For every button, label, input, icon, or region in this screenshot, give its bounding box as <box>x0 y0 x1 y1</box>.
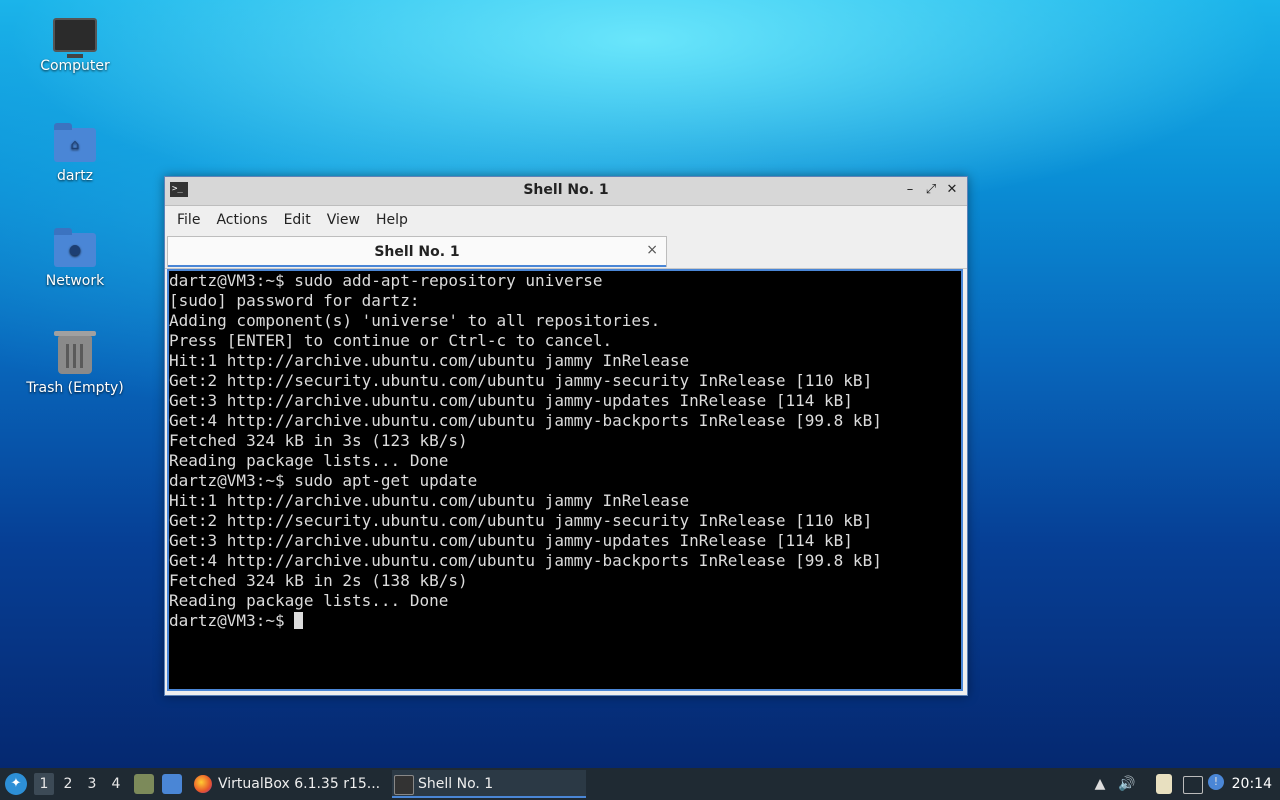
network-folder-icon: ● <box>54 228 96 267</box>
desktop-icon-label: Computer <box>40 58 110 74</box>
update-notifier-icon[interactable]: ! <box>1208 774 1224 790</box>
terminal-line: Press [ENTER] to continue or Ctrl-c to c… <box>169 331 613 350</box>
workspace-3[interactable]: 3 <box>82 773 102 795</box>
task-shell-no-1[interactable]: Shell No. 1 <box>392 770 586 798</box>
maximize-button[interactable]: ⤢ <box>922 181 940 199</box>
taskbar: ✦ 1 2 3 4 VirtualBox 6.1.35 r15... Shell… <box>0 768 1280 800</box>
terminal-line: dartz@VM3:~$ sudo apt-get update <box>169 471 478 490</box>
terminal-line: Reading package lists... Done <box>169 591 449 610</box>
close-button[interactable]: ✕ <box>943 181 961 199</box>
terminal-line: [sudo] password for dartz: <box>169 291 420 310</box>
terminal-line: Fetched 324 kB in 2s (138 kB/s) <box>169 571 468 590</box>
file-manager-launcher-icon[interactable] <box>134 774 154 794</box>
desktop-icon-trash[interactable]: Trash (Empty) <box>20 331 130 396</box>
menu-file[interactable]: File <box>169 212 208 228</box>
window-titlebar[interactable]: >_ Shell No. 1 – ⤢ ✕ <box>165 177 967 206</box>
tab-close-icon[interactable]: × <box>646 242 658 258</box>
start-menu-button[interactable]: ✦ <box>5 773 27 795</box>
terminal-line: Adding component(s) 'universe' to all re… <box>169 311 661 330</box>
window-title: Shell No. 1 <box>523 182 609 198</box>
terminal-icon <box>394 775 414 795</box>
desktop-icon-computer[interactable]: Computer <box>20 18 130 74</box>
menu-edit[interactable]: Edit <box>276 212 319 228</box>
terminal-line: Hit:1 http://archive.ubuntu.com/ubuntu j… <box>169 351 690 370</box>
terminal-prompt-line[interactable]: dartz@VM3:~$ <box>169 611 963 631</box>
workspace-1[interactable]: 1 <box>34 773 54 795</box>
terminal-line: Reading package lists... Done <box>169 451 449 470</box>
terminal-line: Get:4 http://archive.ubuntu.com/ubuntu j… <box>169 551 882 570</box>
clock[interactable]: 20:14 <box>1232 768 1272 800</box>
terminal-line: Get:4 http://archive.ubuntu.com/ubuntu j… <box>169 411 882 430</box>
show-desktop-icon[interactable] <box>162 774 182 794</box>
workspace-4[interactable]: 4 <box>106 773 126 795</box>
volume-icon[interactable]: 🔊 <box>1117 774 1137 794</box>
menubar: File Actions Edit View Help <box>165 206 967 234</box>
terminal-output[interactable]: dartz@VM3:~$ sudo add-apt-repository uni… <box>167 269 963 691</box>
tray-arrow-icon[interactable]: ▲ <box>1090 774 1110 794</box>
terminal-window: >_ Shell No. 1 – ⤢ ✕ File Actions Edit V… <box>164 176 968 696</box>
clipboard-icon[interactable] <box>1156 774 1172 794</box>
terminal-line: Hit:1 http://archive.ubuntu.com/ubuntu j… <box>169 491 690 510</box>
task-label: Shell No. 1 <box>418 776 494 792</box>
menu-help[interactable]: Help <box>368 212 416 228</box>
desktop-icon-network[interactable]: ● Network <box>20 228 130 289</box>
task-virtualbox[interactable]: VirtualBox 6.1.35 r15... <box>192 770 388 798</box>
terminal-cursor <box>294 612 304 629</box>
trash-icon <box>54 331 96 374</box>
workspace-2[interactable]: 2 <box>58 773 78 795</box>
menu-view[interactable]: View <box>319 212 368 228</box>
terminal-line: dartz@VM3:~$ sudo add-apt-repository uni… <box>169 271 603 290</box>
terminal-line: Fetched 324 kB in 3s (123 kB/s) <box>169 431 468 450</box>
desktop-icon-label: Network <box>45 273 105 289</box>
tab-shell-1[interactable]: Shell No. 1 × <box>167 236 667 267</box>
terminal-line: Get:2 http://security.ubuntu.com/ubuntu … <box>169 511 873 530</box>
task-label: VirtualBox 6.1.35 r15... <box>218 776 381 792</box>
firefox-icon <box>194 775 212 793</box>
terminal-prompt: dartz@VM3:~$ <box>169 611 295 630</box>
terminal-line: Get:3 http://archive.ubuntu.com/ubuntu j… <box>169 391 853 410</box>
home-folder-icon: ⌂ <box>54 123 96 162</box>
desktop-icon-home[interactable]: ⌂ dartz <box>20 123 130 184</box>
desktop-icon-label: Trash (Empty) <box>26 380 124 396</box>
terminal-line: Get:2 http://security.ubuntu.com/ubuntu … <box>169 371 873 390</box>
minimize-button[interactable]: – <box>901 181 919 199</box>
computer-icon <box>53 18 97 58</box>
terminal-line: Get:3 http://archive.ubuntu.com/ubuntu j… <box>169 531 853 550</box>
tab-label: Shell No. 1 <box>374 244 460 260</box>
tab-bar: Shell No. 1 × <box>165 234 967 269</box>
menu-actions[interactable]: Actions <box>208 212 275 228</box>
network-icon[interactable] <box>1183 776 1203 794</box>
desktop-icon-label: dartz <box>56 168 94 184</box>
